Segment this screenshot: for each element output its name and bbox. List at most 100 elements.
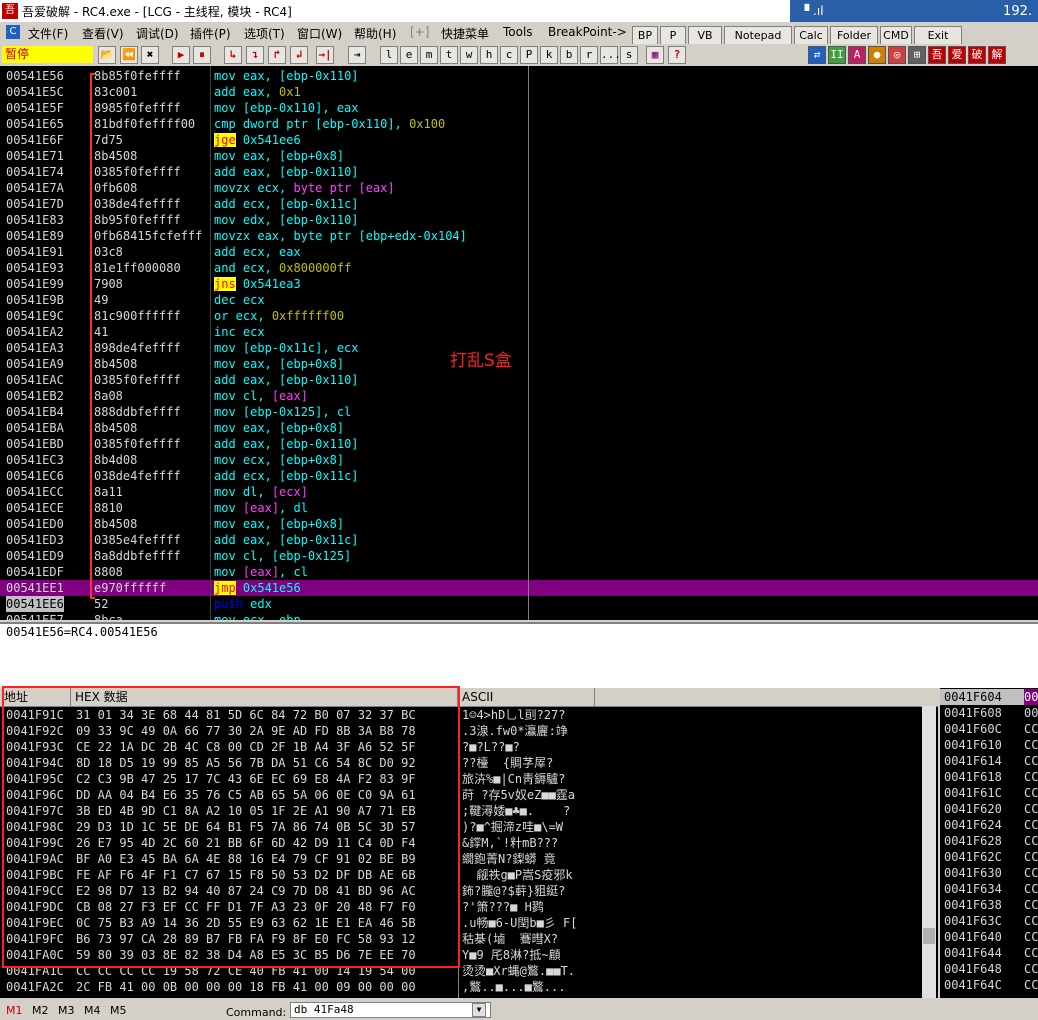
disasm-row[interactable]: 00541EC6 038de4feffff add ecx, [ebp-0x11c] xyxy=(0,468,1038,484)
disasm-row[interactable]: 00541E74 0385f0feffff add eax, [ebp-0x110] xyxy=(0,164,1038,180)
stack-row[interactable]: 0041F640 CC xyxy=(940,929,1038,945)
menu-help[interactable]: 帮助(H) xyxy=(354,25,396,42)
stack-row[interactable]: 0041F644 CC xyxy=(940,945,1038,961)
disasm-row[interactable]: 00541EAC 0385f0feffff add eax, [ebp-0x110] xyxy=(0,372,1038,388)
ai-icon[interactable]: 爱 xyxy=(948,46,966,64)
disasm-row[interactable]: 00541E5F 8985f0feffff mov [ebp-0x110], eax xyxy=(0,100,1038,116)
disasm-row[interactable]: 00541ED3 0385e4feffff add eax, [ebp-0x11c] xyxy=(0,532,1038,548)
cmd-button[interactable]: CMD xyxy=(880,26,912,46)
breakpoints-button[interactable]: b xyxy=(560,46,578,64)
menu-debug[interactable]: 调试(D) xyxy=(136,25,179,42)
disasm-row[interactable]: 00541E6F 7d75 jge 0x541ee6 xyxy=(0,132,1038,148)
stack-row[interactable]: 0041F61C CC xyxy=(940,785,1038,801)
disasm-row[interactable]: 00541E9C 81c900ffffff or ecx, 0xffffff00 xyxy=(0,308,1038,324)
stack-row[interactable]: 0041F608 00 xyxy=(940,705,1038,721)
mark-m2[interactable]: M2 xyxy=(32,1004,49,1017)
dump-row[interactable]: 0041FA2C 2C FB 41 00 0B 00 00 00 18 FB 41… xyxy=(0,979,938,995)
jie-icon[interactable]: 解 xyxy=(988,46,1006,64)
chevron-down-icon[interactable]: ▼ xyxy=(472,1003,486,1017)
disasm-row[interactable]: 00541ECC 8a11 mov dl, [ecx] xyxy=(0,484,1038,500)
disasm-row[interactable]: 00541E99 7908 jns 0x541ea3 xyxy=(0,276,1038,292)
disasm-row[interactable]: 00541EB4 888ddbfeffff mov [ebp-0x125], cl xyxy=(0,404,1038,420)
pause-icon[interactable]: ⏸ xyxy=(193,46,211,64)
stack-row[interactable]: 0041F648 CC xyxy=(940,961,1038,977)
stack-row[interactable]: 0041F610 CC xyxy=(940,737,1038,753)
bp-button[interactable]: BP xyxy=(632,26,658,46)
stack-row[interactable]: 0041F630 CC xyxy=(940,865,1038,881)
stack-row[interactable]: 0041F624 CC xyxy=(940,817,1038,833)
stack-row[interactable]: 0041F638 CC xyxy=(940,897,1038,913)
record-icon[interactable]: ● xyxy=(868,46,886,64)
disasm-row[interactable]: 00541E7A 0fb608 movzx ecx, byte ptr [eax] xyxy=(0,180,1038,196)
menu-view[interactable]: 查看(V) xyxy=(82,25,124,42)
disasm-row[interactable]: 00541EE6 52 push edx xyxy=(0,596,1038,612)
menu-tools[interactable]: Tools xyxy=(503,25,533,39)
disasm-row[interactable]: 00541E65 81bdf0feffff00 cmp dword ptr [ebp… xyxy=(0,116,1038,132)
disasm-row[interactable]: 00541EA2 41 inc ecx xyxy=(0,324,1038,340)
execute-till-return-icon[interactable]: →| xyxy=(316,46,334,64)
menu-plus[interactable]: [+] xyxy=(410,25,429,39)
stack-row[interactable]: 0041F63C CC xyxy=(940,913,1038,929)
stack-row[interactable]: 0041F64C CC xyxy=(940,977,1038,993)
close-icon[interactable]: ✖ xyxy=(141,46,159,64)
menu-shortcuts[interactable]: 快捷菜单 xyxy=(441,25,489,42)
calc-button[interactable]: Calc xyxy=(794,26,828,46)
disasm-row[interactable]: 00541E91 03c8 add ecx, eax xyxy=(0,244,1038,260)
cpu-button[interactable]: c xyxy=(500,46,518,64)
disasm-row[interactable]: 00541EA3 898de4feffff mov [ebp-0x11c], ecx xyxy=(0,340,1038,356)
stack-row[interactable]: 0041F634 CC xyxy=(940,881,1038,897)
stack-row[interactable]: 0041F614 CC xyxy=(940,753,1038,769)
step-into-icon[interactable]: ↳ xyxy=(224,46,242,64)
disasm-row[interactable]: 00541EE1 e970ffffff jmp 0x541e56 xyxy=(0,580,1038,596)
stack-row[interactable]: 0041F620 CC xyxy=(940,801,1038,817)
dump-header-ascii[interactable]: ASCII xyxy=(458,688,595,707)
disasm-row[interactable]: 00541E83 8b95f0feffff mov edx, [ebp-0x110] xyxy=(0,212,1038,228)
disasm-row[interactable]: 00541ED0 8b4508 mov eax, [ebp+0x8] xyxy=(0,516,1038,532)
menu-window[interactable]: 窗口(W) xyxy=(297,25,342,42)
disasm-row[interactable]: 00541E7D 038de4feffff add ecx, [ebp-0x11c] xyxy=(0,196,1038,212)
trace-over-icon[interactable]: ↲ xyxy=(290,46,308,64)
disasm-row[interactable]: 00541EA9 8b4508 mov eax, [ebp+0x8] xyxy=(0,356,1038,372)
exit-button[interactable]: Exit xyxy=(914,26,962,46)
stack-row[interactable]: 0041F60C CC xyxy=(940,721,1038,737)
dump-scrollbar[interactable] xyxy=(922,706,936,998)
vb-button[interactable]: VB xyxy=(688,26,722,46)
menu-plugins[interactable]: 插件(P) xyxy=(190,25,231,42)
disasm-row[interactable]: 00541E93 81e1ff000080 and ecx, 0x800000ff xyxy=(0,260,1038,276)
handles-button[interactable]: h xyxy=(480,46,498,64)
disasm-row[interactable]: 00541E9B 49 dec ecx xyxy=(0,292,1038,308)
disasm-row[interactable]: 00541E89 0fb68415fcfefff movzx eax, byte p… xyxy=(0,228,1038,244)
target-icon[interactable]: ◎ xyxy=(888,46,906,64)
stack-row[interactable]: 0041F618 CC xyxy=(940,769,1038,785)
disasm-row[interactable]: 00541EC3 8b4d08 mov ecx, [ebp+0x8] xyxy=(0,452,1038,468)
stack-row[interactable]: 0041F628 CC xyxy=(940,833,1038,849)
disasm-row[interactable]: 00541E5C 83c001 add eax, 0x1 xyxy=(0,84,1038,100)
step-over-icon[interactable]: ↴ xyxy=(246,46,264,64)
disasm-row[interactable]: 00541ECE 8810 mov [eax], dl xyxy=(0,500,1038,516)
call-stack-button[interactable]: k xyxy=(540,46,558,64)
patches-button[interactable]: P xyxy=(520,46,538,64)
mark-m3[interactable]: M3 xyxy=(58,1004,75,1017)
threads-button[interactable]: t xyxy=(440,46,458,64)
wu-icon[interactable]: 吾 xyxy=(928,46,946,64)
disasm-row[interactable]: 00541E56 8b85f0feffff mov eax, [ebp-0x110] xyxy=(0,68,1038,84)
stack-row[interactable]: 0041F604 00 xyxy=(940,689,1038,705)
mark-m5[interactable]: M5 xyxy=(110,1004,127,1017)
grid-icon[interactable]: ▦ xyxy=(646,46,664,64)
references-button[interactable]: r xyxy=(580,46,598,64)
menu-file[interactable]: 文件(F) xyxy=(28,25,68,42)
windows-button[interactable]: w xyxy=(460,46,478,64)
disasm-row[interactable]: 00541EBA 8b4508 mov eax, [ebp+0x8] xyxy=(0,420,1038,436)
scroll-thumb[interactable] xyxy=(923,928,935,944)
command-input[interactable]: db 41Fa48 xyxy=(290,1002,491,1018)
trace-into-icon[interactable]: ↱ xyxy=(268,46,286,64)
source-button[interactable]: s xyxy=(620,46,638,64)
assemble-icon[interactable]: A xyxy=(848,46,866,64)
pause-plugin-icon[interactable]: II xyxy=(828,46,846,64)
system-menu-icon[interactable]: C xyxy=(6,25,20,39)
log-window-button[interactable]: l xyxy=(380,46,398,64)
disasm-row[interactable]: 00541E71 8b4508 mov eax, [ebp+0x8] xyxy=(0,148,1038,164)
open-icon[interactable]: 📂 xyxy=(98,46,116,64)
disasm-row[interactable]: 00541ED9 8a8ddbfeffff mov cl, [ebp-0x125] xyxy=(0,548,1038,564)
stack-row[interactable]: 0041F62C CC xyxy=(940,849,1038,865)
